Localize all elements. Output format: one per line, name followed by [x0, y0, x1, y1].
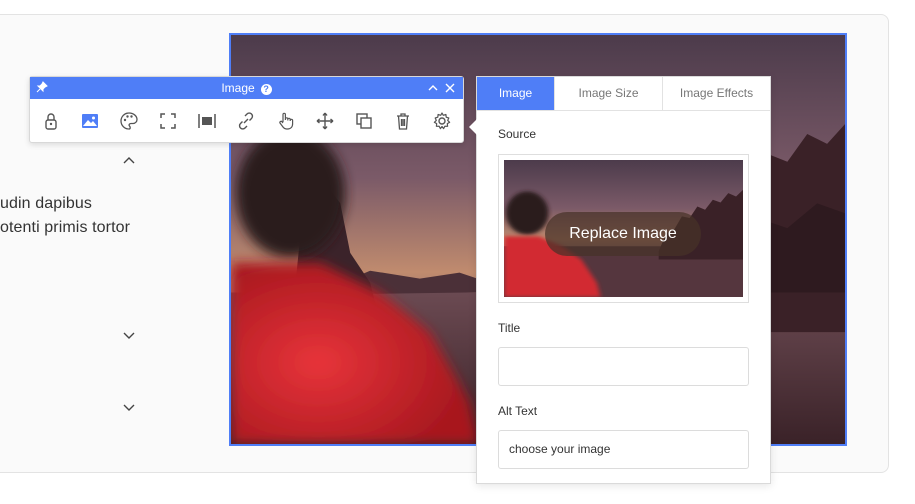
- trash-icon[interactable]: [392, 110, 414, 132]
- align-icon[interactable]: [196, 110, 218, 132]
- alt-text-input[interactable]: choose your image: [498, 430, 749, 469]
- tab-image[interactable]: Image: [477, 77, 554, 110]
- hand-pointer-icon[interactable]: [275, 110, 297, 132]
- body-text-line-2: otenti primis tortor: [0, 219, 131, 236]
- fullscreen-icon[interactable]: [157, 110, 179, 132]
- link-icon[interactable]: [235, 110, 257, 132]
- alt-text-label: Alt Text: [498, 404, 538, 418]
- tab-image-effects[interactable]: Image Effects: [662, 77, 770, 110]
- palette-icon[interactable]: [118, 110, 140, 132]
- help-icon[interactable]: ?: [260, 84, 272, 95]
- source-thumbnail: Replace Image: [504, 160, 743, 297]
- source-preview: Replace Image: [498, 154, 749, 303]
- duplicate-icon[interactable]: [353, 110, 375, 132]
- close-icon[interactable]: [444, 82, 456, 94]
- source-label: Source: [498, 127, 537, 141]
- image-toolbar: Image?: [29, 76, 464, 143]
- move-icon[interactable]: [314, 110, 336, 132]
- image-icon[interactable]: [79, 110, 101, 132]
- chevron-up-icon[interactable]: [122, 154, 136, 168]
- toolbar-header: Image?: [30, 77, 463, 99]
- title-input[interactable]: [498, 347, 749, 386]
- replace-image-button[interactable]: Replace Image: [545, 212, 701, 256]
- panel-caret: [469, 119, 477, 135]
- body-text-line-1: udin dapibus: [0, 195, 92, 212]
- lock-icon[interactable]: [40, 110, 62, 132]
- chevron-down-icon[interactable]: [122, 328, 136, 342]
- gear-icon[interactable]: [431, 110, 453, 132]
- panel-tabs: Image Image Size Image Effects: [477, 77, 770, 111]
- tab-image-size[interactable]: Image Size: [554, 77, 662, 110]
- title-label: Title: [498, 321, 521, 335]
- chevron-down-icon[interactable]: [122, 400, 136, 414]
- image-settings-panel: Image Image Size Image Effects Source Re…: [469, 76, 771, 484]
- pin-icon[interactable]: [36, 81, 48, 93]
- collapse-icon[interactable]: [427, 82, 439, 94]
- toolbar-title: Image: [221, 81, 255, 95]
